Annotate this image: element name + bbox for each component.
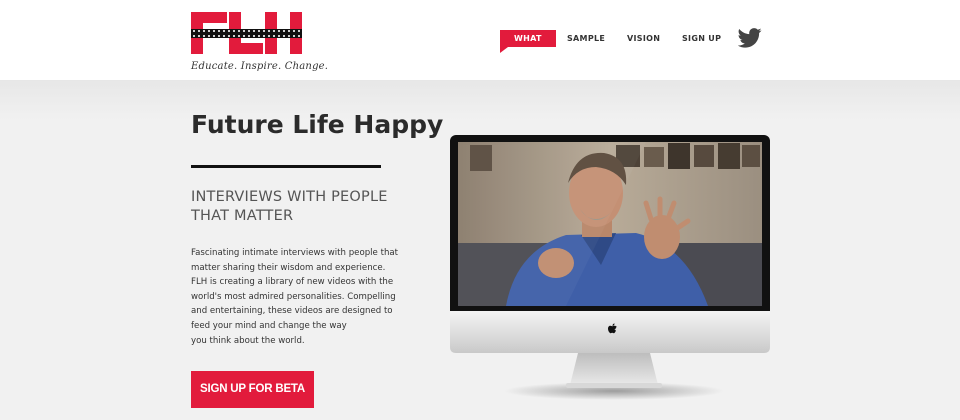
description-line: matter sharing their wisdom and experien… [191,262,386,273]
description-line: you think about the world. [191,335,305,346]
flh-logo[interactable] [191,12,302,54]
description: Fascinating intimate interviews with peo… [191,246,421,348]
subtitle-line-2: THAT MATTER [191,208,294,224]
description-line: FLH is creating a library of new videos … [191,277,394,288]
nav-item-sign-up[interactable]: SIGN UP [682,30,721,47]
description-line: and entertaining, these videos are desig… [191,306,393,317]
nav-item-what[interactable]: WHAT [500,30,556,53]
sign-up-for-beta-button[interactable]: SIGN UP FOR BETA [191,371,314,408]
header-shadow [0,80,960,120]
page-title: Future Life Happy [191,110,444,139]
nav-item-vision[interactable]: VISION [627,30,660,47]
description-line: Fascinating intimate interviews with peo… [191,248,399,258]
nav-item-sample[interactable]: SAMPLE [567,30,605,47]
subtitle-line-1: INTERVIEWS WITH PEOPLE [191,189,388,205]
description-line: world's most admired personalities. Comp… [191,291,396,302]
description-line: feed your mind and change the way [191,320,347,331]
imac-monitor [446,133,774,403]
tagline: Educate. Inspire. Change. [191,61,329,72]
title-divider [191,165,381,168]
subtitle: INTERVIEWS WITH PEOPLE THAT MATTER [191,188,421,226]
site-header [0,0,960,80]
twitter-bird-icon[interactable] [737,28,762,48]
